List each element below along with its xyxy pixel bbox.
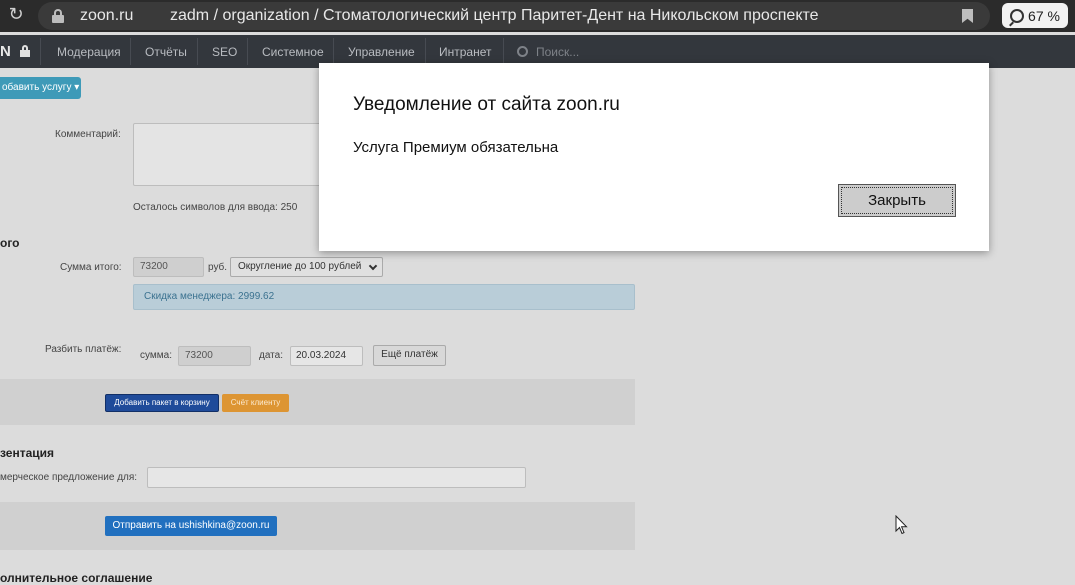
- dialog-title: Уведомление от сайта zoon.ru: [353, 94, 620, 115]
- split-sum-field[interactable]: 73200: [178, 346, 251, 366]
- nav-item-reports[interactable]: Отчёты: [145, 45, 187, 59]
- total-heading: ого: [0, 236, 20, 250]
- manager-discount-info: Скидка менеджера: 2999.62: [133, 284, 635, 310]
- zoom-indicator[interactable]: 67 %: [1002, 3, 1068, 28]
- zoom-icon: [1010, 8, 1025, 23]
- page-title: zadm / organization / Стоматологический …: [170, 7, 819, 24]
- chevron-down-icon: [368, 261, 378, 271]
- more-payment-button[interactable]: Ещё платёж: [373, 345, 446, 366]
- dialog-message: Услуга Премиум обязательна: [353, 139, 559, 156]
- cart-actions-panel: [0, 379, 635, 425]
- browser-toolbar: ↻ zoon.ru zadm / organization / Стоматол…: [0, 0, 1075, 32]
- offer-label: мерческое предложение для:: [0, 472, 138, 483]
- add-service-button[interactable]: обавить услугу ▾: [0, 77, 81, 99]
- presentation-heading: зентация: [0, 446, 55, 460]
- agreement-heading: олнительное соглашение: [0, 571, 153, 585]
- send-email-button[interactable]: Отправить на ushishkina@zoon.ru: [105, 516, 277, 536]
- nav-divider: [425, 38, 426, 65]
- search-icon: [517, 46, 528, 57]
- date-label: дата:: [259, 350, 283, 361]
- client-invoice-button[interactable]: Счёт клиенту: [222, 394, 289, 412]
- mouse-cursor-icon: [895, 515, 908, 535]
- sum-label: сумма:: [140, 350, 172, 361]
- nav-item-management[interactable]: Управление: [348, 45, 415, 59]
- close-button[interactable]: Закрыть: [838, 184, 956, 217]
- nav-item-moderation[interactable]: Модерация: [57, 45, 121, 59]
- nav-divider: [503, 38, 504, 65]
- date-field[interactable]: 20.03.2024: [290, 346, 363, 366]
- site-alert-dialog: Уведомление от сайта zoon.ru Услуга Прем…: [319, 63, 989, 251]
- comment-label: Комментарий:: [55, 129, 121, 140]
- total-sum-field: 73200: [133, 257, 204, 277]
- reload-icon[interactable]: ↻: [6, 5, 26, 25]
- total-label: Сумма итого:: [60, 262, 122, 273]
- comment-field[interactable]: [133, 123, 323, 186]
- rounding-select-value: Округление до 100 рублей: [238, 261, 362, 272]
- nav-divider: [130, 38, 131, 65]
- nav-divider: [40, 38, 41, 65]
- rounding-select[interactable]: Округление до 100 рублей: [230, 257, 383, 277]
- nav-item-system[interactable]: Системное: [262, 45, 324, 59]
- offer-input[interactable]: [147, 467, 526, 488]
- send-actions-panel: [0, 502, 635, 550]
- nav-divider: [197, 38, 198, 65]
- lock-icon[interactable]: [52, 9, 64, 23]
- nav-divider: [333, 38, 334, 65]
- zoom-level: 67 %: [1028, 7, 1060, 24]
- url-domain: zoon.ru: [80, 7, 134, 24]
- add-package-button[interactable]: Добавить пакет в корзину: [105, 394, 219, 412]
- lock-icon: [20, 45, 30, 57]
- split-payment-label: Разбить платёж:: [45, 344, 122, 355]
- search-input[interactable]: Поиск...: [536, 45, 579, 59]
- currency-label: руб.: [208, 262, 228, 273]
- nav-item-intranet[interactable]: Интранет: [439, 45, 492, 59]
- nav-divider: [247, 38, 248, 65]
- address-bar[interactable]: zoon.ru zadm / organization / Стоматолог…: [38, 2, 990, 30]
- chars-left-text: Осталось символов для ввода: 250: [133, 202, 298, 213]
- bookmark-icon[interactable]: [962, 9, 973, 23]
- nav-item-seo[interactable]: SEO: [212, 45, 237, 59]
- brand-logo[interactable]: N: [0, 43, 11, 60]
